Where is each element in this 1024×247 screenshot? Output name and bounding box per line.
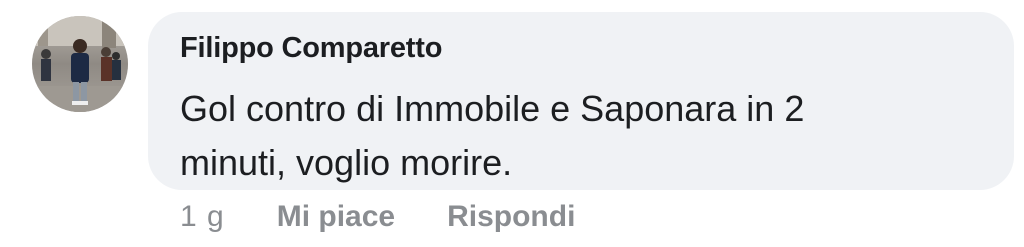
comment-timestamp[interactable]: 1 g [180,200,225,234]
comment-text: Gol contro di Immobile e Saponara in 2 m… [180,88,805,183]
comment-actions: 1 g Mi piace Rispondi [180,197,575,237]
comment-author[interactable]: Filippo Comparetto [180,32,442,65]
reply-button[interactable]: Rispondi [447,200,575,234]
profile-photo-icon [32,16,128,112]
comment-bubble: Filippo Comparetto Gol contro di Immobil… [148,12,1014,190]
avatar[interactable] [32,16,128,112]
comment: Filippo Comparetto Gol contro di Immobil… [0,0,1024,247]
like-button[interactable]: Mi piace [277,200,395,234]
